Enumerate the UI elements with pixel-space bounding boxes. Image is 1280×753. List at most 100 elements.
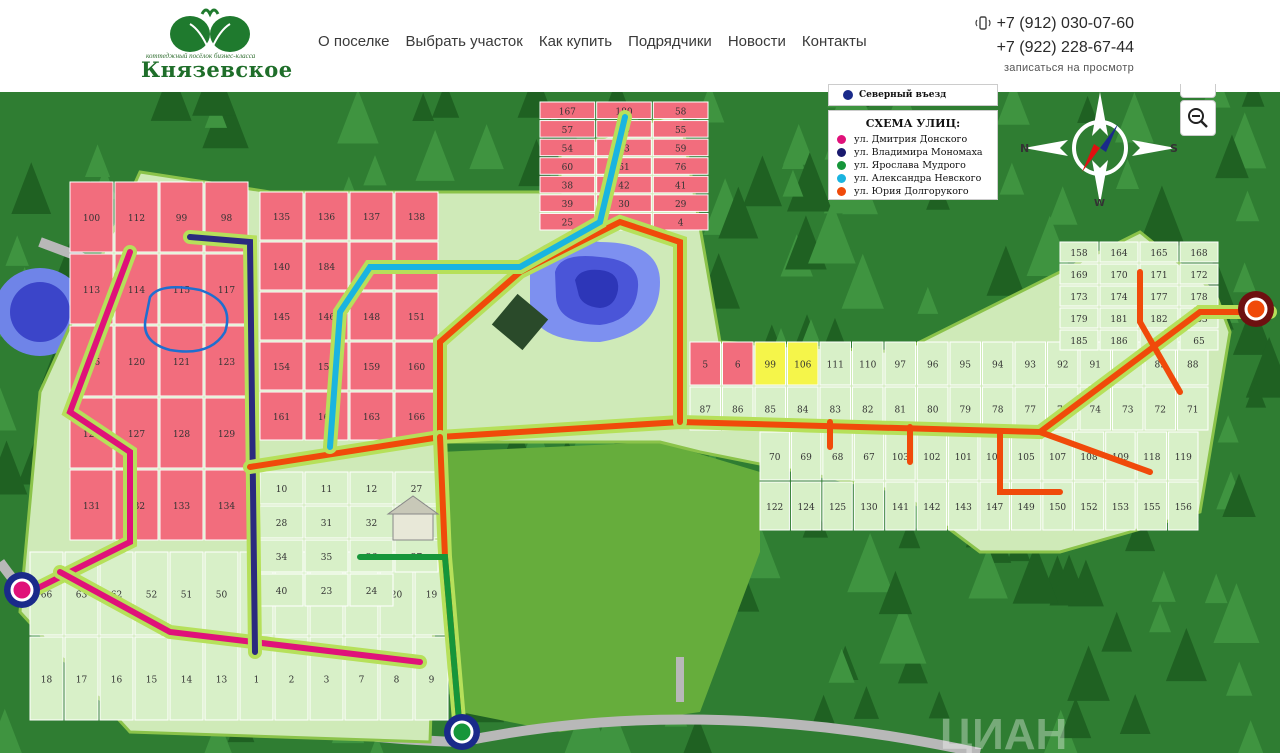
plot-186[interactable]: 186: [1099, 329, 1139, 351]
plot-18[interactable]: 18: [29, 636, 64, 721]
plot-178[interactable]: 178: [1179, 285, 1219, 307]
plot-100[interactable]: 100: [69, 181, 114, 253]
nav-about[interactable]: О поселке: [318, 33, 389, 50]
plot-4[interactable]: 4: [652, 212, 709, 231]
plot-136[interactable]: 136: [304, 191, 349, 241]
plot-50[interactable]: 50: [204, 551, 239, 636]
phone-2[interactable]: +7 (922) 228-67-44: [975, 36, 1134, 60]
plot-172[interactable]: 172: [1179, 263, 1219, 285]
plot-8[interactable]: 8: [379, 636, 414, 721]
plot-69[interactable]: 69: [790, 431, 822, 481]
plot-54[interactable]: 54: [539, 138, 596, 157]
plot-161[interactable]: 161: [259, 391, 304, 441]
plot-137[interactable]: 137: [349, 191, 394, 241]
plot-125[interactable]: 125: [822, 481, 853, 531]
plot-105[interactable]: 105: [1010, 431, 1042, 481]
plot-59[interactable]: 59: [652, 138, 709, 157]
nav-contractors[interactable]: Подрядчики: [628, 33, 712, 50]
plot-24[interactable]: 24: [349, 573, 394, 607]
plot-106[interactable]: 106: [787, 341, 819, 386]
south-entry-marker[interactable]: [444, 714, 480, 750]
plot-138[interactable]: 138: [394, 191, 439, 241]
plot-135[interactable]: 135: [259, 191, 304, 241]
plot-96[interactable]: 96: [917, 341, 949, 386]
plot-134[interactable]: 134: [204, 469, 249, 541]
plot-41[interactable]: 41: [652, 175, 709, 194]
plot-12[interactable]: 12: [349, 471, 394, 505]
signup-link[interactable]: записаться на просмотр: [975, 62, 1134, 74]
plot-130[interactable]: 130: [853, 481, 885, 531]
plot-51[interactable]: 51: [169, 551, 204, 636]
plot-122[interactable]: 122: [759, 481, 790, 531]
nav-choose-plot[interactable]: Выбрать участок: [405, 33, 522, 50]
plot-140[interactable]: 140: [259, 241, 304, 291]
plot-58[interactable]: 58: [652, 101, 709, 120]
plot-179[interactable]: 179: [1059, 307, 1099, 329]
plot-57[interactable]: 57: [539, 120, 596, 138]
plot-111[interactable]: 111: [819, 341, 851, 386]
plot-97[interactable]: 97: [884, 341, 916, 386]
plot-170[interactable]: 170: [1099, 263, 1139, 285]
plot-9[interactable]: 9: [414, 636, 449, 721]
plot-124[interactable]: 124: [790, 481, 822, 531]
plot-129[interactable]: 129: [204, 397, 249, 469]
plot-153[interactable]: 153: [1105, 481, 1136, 531]
plot-32[interactable]: 32: [349, 505, 394, 539]
nav-contacts[interactable]: Контакты: [802, 33, 867, 50]
plot-10[interactable]: 10: [259, 471, 304, 505]
plot-95[interactable]: 95: [949, 341, 981, 386]
plot-169[interactable]: 169: [1059, 263, 1099, 285]
plot-40[interactable]: 40: [259, 573, 304, 607]
plot-110[interactable]: 110: [852, 341, 884, 386]
plot-99[interactable]: 99: [754, 341, 786, 386]
plot-123[interactable]: 123: [204, 325, 249, 397]
plot-5[interactable]: 5: [689, 341, 721, 386]
plot-17[interactable]: 17: [64, 636, 99, 721]
plot-185[interactable]: 185: [1059, 329, 1099, 351]
plot-70[interactable]: 70: [759, 431, 790, 481]
nav-news[interactable]: Новости: [728, 33, 786, 50]
plot-143[interactable]: 143: [948, 481, 979, 531]
plot-174[interactable]: 174: [1099, 285, 1139, 307]
plot-119[interactable]: 119: [1168, 431, 1199, 481]
plot-102[interactable]: 102: [916, 431, 948, 481]
plot-156[interactable]: 156: [1168, 481, 1199, 531]
plot-158[interactable]: 158: [1059, 241, 1099, 263]
zoom-in-button[interactable]: [1180, 84, 1216, 98]
plot-165[interactable]: 165: [1139, 241, 1179, 263]
plot-120[interactable]: 120: [114, 325, 159, 397]
plot-168[interactable]: 168: [1179, 241, 1219, 263]
plot-152[interactable]: 152: [1073, 481, 1105, 531]
plot-121[interactable]: 121: [159, 325, 204, 397]
plot-142[interactable]: 142: [916, 481, 948, 531]
plot-94[interactable]: 94: [982, 341, 1014, 386]
plot-131[interactable]: 131: [69, 469, 114, 541]
plot-154[interactable]: 154: [259, 341, 304, 391]
plot-35[interactable]: 35: [304, 539, 349, 573]
plot-39[interactable]: 39: [539, 194, 596, 212]
plot-145[interactable]: 145: [259, 291, 304, 341]
plot-133[interactable]: 133: [159, 469, 204, 541]
plot-151[interactable]: 151: [394, 291, 439, 341]
plot-101[interactable]: 101: [948, 431, 979, 481]
plot-38[interactable]: 38: [539, 175, 596, 194]
plot-160[interactable]: 160: [394, 341, 439, 391]
plot-65[interactable]: 65: [1179, 329, 1219, 351]
plot-23[interactable]: 23: [304, 573, 349, 607]
phone-1[interactable]: +7 (912) 030-07-60: [974, 12, 1134, 36]
plot-163[interactable]: 163: [349, 391, 394, 441]
plot-28[interactable]: 28: [259, 505, 304, 539]
plot-60[interactable]: 60: [539, 157, 596, 175]
plot-73[interactable]: 73: [1112, 386, 1144, 431]
plot-13[interactable]: 13: [204, 636, 239, 721]
east-entry-marker[interactable]: [1238, 291, 1274, 327]
plot-14[interactable]: 14: [169, 636, 204, 721]
plot-112[interactable]: 112: [114, 181, 159, 253]
plot-177[interactable]: 177: [1139, 285, 1179, 307]
plot-167[interactable]: 167: [539, 101, 596, 120]
plot-29[interactable]: 29: [652, 194, 709, 212]
plot-31[interactable]: 31: [304, 505, 349, 539]
west-entry-marker[interactable]: [4, 572, 40, 608]
plot-173[interactable]: 173: [1059, 285, 1099, 307]
plot-164[interactable]: 164: [1099, 241, 1139, 263]
